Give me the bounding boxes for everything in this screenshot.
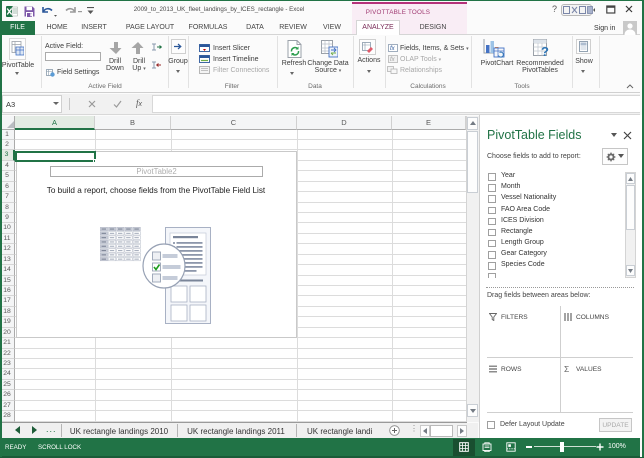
svg-text:?: ? bbox=[541, 44, 549, 58]
